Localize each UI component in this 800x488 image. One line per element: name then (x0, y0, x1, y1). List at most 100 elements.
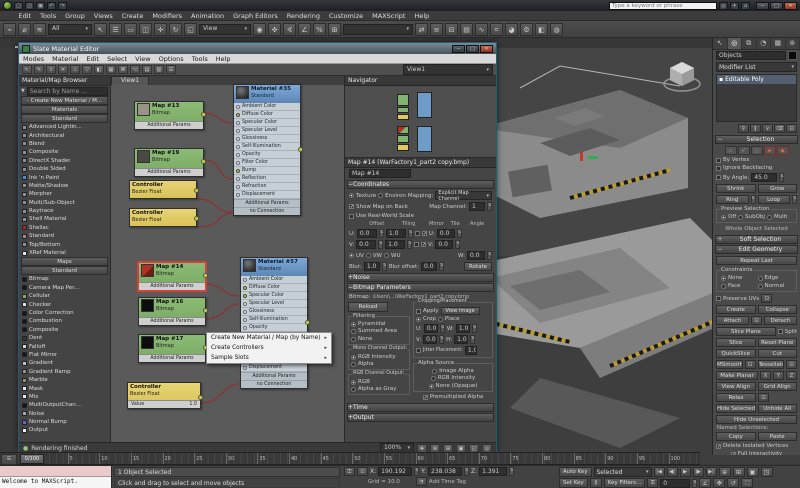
by-angle-checkbox[interactable]: By Angle: (716, 175, 749, 181)
x-coordinate-field[interactable]: 190.192 (378, 467, 412, 476)
angle-spinner[interactable]: ⇅ (779, 173, 784, 182)
v-offset-field[interactable]: 0.0 (356, 240, 376, 249)
full-interactivity-checkbox[interactable]: ✓Full Interactivity (731, 451, 782, 455)
u-tiling-field[interactable]: 1.0 (386, 229, 406, 238)
browser-map-item[interactable]: Composite (19, 326, 110, 334)
menu-item[interactable]: Customize (324, 11, 367, 21)
slate-menu-item[interactable]: Edit (83, 55, 104, 63)
output-socket[interactable] (203, 273, 208, 278)
browser-group-maps[interactable]: Maps (21, 257, 108, 266)
uv-radio[interactable]: UV (349, 253, 364, 259)
hide-unselected-button[interactable]: Hide Unselected (716, 415, 797, 424)
input-socket[interactable] (236, 105, 240, 109)
save-icon[interactable]: ▣ (36, 2, 45, 10)
material-slot[interactable]: Self-Illumination (234, 143, 300, 151)
new-file-icon[interactable]: ▢ (14, 2, 23, 10)
loop-button[interactable]: Loop (758, 195, 791, 204)
by-vertex-checkbox[interactable]: By Vertex (716, 157, 749, 163)
material-slot[interactable]: Opacity (234, 151, 300, 159)
material-name-field[interactable]: Map #14 (349, 169, 411, 178)
additional-params-strip[interactable]: Additional Params (234, 199, 300, 207)
reference-coordinate-dropdown[interactable]: View▾ (199, 24, 251, 35)
node-material57[interactable]: Material #57Standard Ambient ColorDiffus… (240, 257, 308, 389)
show-background-icon[interactable]: ▦ (106, 65, 116, 74)
menu-item[interactable]: Edit (14, 11, 36, 21)
menu-item[interactable]: Tools (36, 11, 61, 21)
reset-plane-button[interactable]: Reset Plane (758, 338, 798, 347)
bitmap-parameters-rollout-header[interactable]: −Bitmap Parameters (347, 283, 494, 292)
slice-button[interactable]: Slice (716, 338, 756, 347)
output-socket[interactable] (203, 308, 208, 313)
create-button[interactable]: Create (716, 305, 756, 314)
border-mode-icon[interactable]: ◌ (751, 146, 763, 155)
browser-map-item[interactable]: MultiOutputChan... (19, 401, 110, 409)
quickslice-button[interactable]: QuickSlice (716, 349, 756, 358)
node-map13[interactable]: Map #13Bitmap Additional Params (134, 101, 204, 130)
input-socket[interactable] (236, 121, 240, 125)
planar-z-button[interactable]: Z (786, 371, 797, 380)
copy-button[interactable]: Copy (716, 432, 756, 441)
app-logo-icon[interactable] (3, 1, 12, 10)
move-children-icon[interactable]: ⊥ (70, 65, 80, 74)
use-real-world-scale-checkbox[interactable]: Use Real-World Scale (349, 213, 414, 219)
pin-stack-icon[interactable]: ⚲ (738, 124, 749, 133)
mapping-dropdown[interactable]: Explicit Map Channel▾ (435, 191, 492, 200)
rectangular-selection-icon[interactable]: ▭ (124, 23, 137, 36)
browser-map-item[interactable]: Checker (19, 300, 110, 308)
context-menu-item[interactable]: Sample Slots▸ (207, 353, 331, 363)
hide-unused-slots-icon[interactable]: ▽ (82, 65, 92, 74)
browser-map-item[interactable]: Output (19, 426, 110, 434)
material-slot[interactable]: Diffuse Color (241, 284, 307, 292)
named-selection-dropdown[interactable]: ▾ (343, 24, 413, 35)
browser-material-item[interactable]: Ink 'n Paint (19, 173, 110, 181)
planar-y-button[interactable]: Y (773, 371, 784, 380)
browser-map-item[interactable]: Combustion (19, 317, 110, 325)
crop-w-field[interactable]: 1.0 (456, 324, 470, 333)
u-angle-spinner[interactable]: ⇅ (457, 229, 462, 238)
pan-icon[interactable]: ✥ (713, 478, 725, 488)
browser-material-item[interactable]: Architectural (19, 131, 110, 139)
material-slot[interactable]: Refraction (234, 183, 300, 191)
wu-radio[interactable]: WU (384, 253, 400, 259)
create-tab-icon[interactable]: ↖ (713, 38, 728, 49)
ring-spinner[interactable]: ⇅ (751, 195, 756, 204)
slate-menu-item[interactable]: Help (212, 55, 235, 63)
graphite-ribbon-icon[interactable]: ▤ (460, 23, 473, 36)
input-socket[interactable] (243, 326, 247, 330)
environ-radio[interactable]: Environ (378, 193, 406, 199)
tessellate-settings-icon[interactable]: ⊡ (786, 360, 797, 369)
browser-material-item[interactable]: Morpher (19, 190, 110, 198)
assign-material-icon[interactable]: ✎ (34, 65, 44, 74)
preserve-uvs-checkbox[interactable]: Preserve UVs (716, 296, 759, 302)
input-socket[interactable] (243, 310, 247, 314)
material-slot[interactable]: Bump (234, 167, 300, 175)
slate-menu-item[interactable]: View (131, 55, 154, 63)
filter-none-radio[interactable]: None (351, 336, 372, 342)
browser-material-item[interactable]: Raytrace (19, 207, 110, 215)
add-time-tag-text[interactable]: Add Time Tag (429, 479, 466, 485)
grow-button[interactable]: Grow (758, 184, 798, 193)
angle-snap-icon[interactable]: ∠ (298, 23, 311, 36)
soft-selection-rollout-header[interactable]: +Soft Selection (715, 235, 798, 244)
undo-icon[interactable]: ↶ (47, 2, 56, 10)
grid-align-button[interactable]: Grid Align (758, 382, 798, 391)
browser-root-item[interactable]: - Create New Material / M... (21, 96, 108, 105)
close-button[interactable]: ✕ (784, 2, 797, 10)
browser-map-item[interactable]: Marble (19, 376, 110, 384)
menu-item[interactable]: Help (410, 11, 434, 21)
configure-modifier-icon[interactable]: ⊡ (786, 124, 797, 133)
input-socket[interactable] (236, 161, 240, 165)
v-tiling-field[interactable]: 1.0 (385, 240, 405, 249)
material-slot[interactable]: Ambient Color (241, 276, 307, 284)
browser-group-standard2[interactable]: Standard (21, 266, 108, 275)
crop-radio[interactable]: Crop (416, 316, 436, 322)
context-menu-item[interactable]: Create New Material / Map (by Name)▸ (207, 333, 331, 343)
node-controller3[interactable]: ControllerBezier Float Value1.0 (127, 382, 201, 409)
input-socket[interactable] (236, 169, 240, 173)
detach-button[interactable]: Detach (764, 316, 797, 325)
modify-tab-icon[interactable]: ◎ (728, 38, 743, 49)
rgb-radio[interactable]: RGB (351, 379, 370, 385)
material-slot[interactable]: Glossiness (241, 308, 307, 316)
tessellate-button[interactable]: Tessellate (758, 360, 785, 369)
browser-material-item[interactable]: Composite (19, 148, 110, 156)
